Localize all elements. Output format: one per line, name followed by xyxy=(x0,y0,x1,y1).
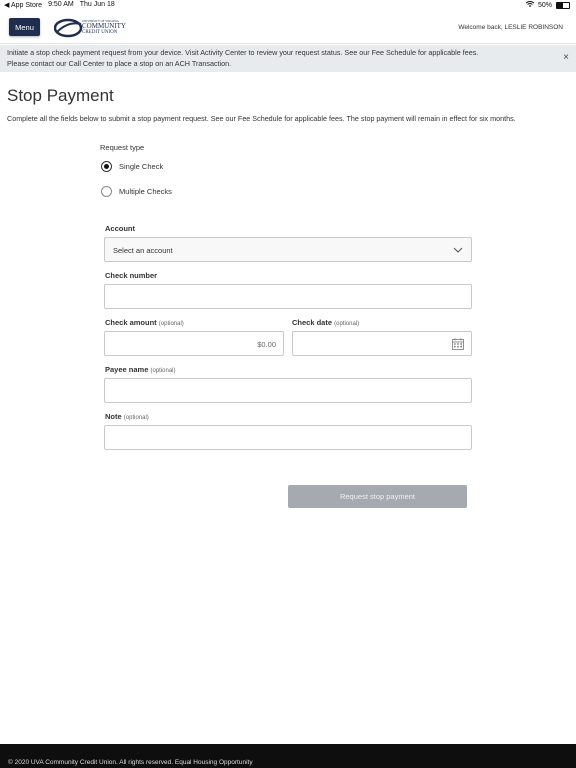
radio-multiple-checks[interactable]: Multiple Checks xyxy=(101,186,172,197)
radio-button-unselected-icon[interactable] xyxy=(101,186,112,197)
app-header: Menu UNIVERSITY OF VIRGINIA COMMUNITY CR… xyxy=(0,12,576,44)
banner-line-2: Please contact our Call Center to place … xyxy=(7,59,232,68)
check-date-label-text: Check date xyxy=(292,318,333,327)
payee-name-input[interactable] xyxy=(104,378,472,403)
check-number-label: Check number xyxy=(105,271,158,280)
check-amount-value: $0.00 xyxy=(257,340,276,349)
radio-multiple-checks-label: Multiple Checks xyxy=(119,187,172,196)
check-amount-label: Check amount (optional) xyxy=(105,318,184,327)
check-amount-input[interactable]: $0.00 xyxy=(104,331,284,356)
check-amount-optional: (optional) xyxy=(158,321,184,327)
payee-name-label: Payee name (optional) xyxy=(105,365,175,374)
note-input[interactable] xyxy=(104,425,472,450)
account-label: Account xyxy=(105,224,135,233)
back-to-app-store-link[interactable]: ◀ App Store xyxy=(4,1,42,9)
note-label: Note (optional) xyxy=(105,412,149,421)
logo-swoosh-icon xyxy=(54,18,83,38)
account-select-value: Select an account xyxy=(113,246,173,255)
page-footer: © 2020 UVA Community Credit Union. All r… xyxy=(0,744,576,768)
check-date-label: Check date (optional) xyxy=(292,318,359,327)
note-label-text: Note xyxy=(105,412,122,421)
banner-line-1: Initiate a stop check payment request fr… xyxy=(7,48,479,57)
check-amount-label-text: Check amount xyxy=(105,318,157,327)
check-number-input[interactable] xyxy=(104,284,472,309)
battery-fill xyxy=(557,2,563,8)
wifi-icon xyxy=(525,1,535,9)
radio-single-check-label: Single Check xyxy=(119,162,164,171)
status-bar-right: 50% xyxy=(525,1,570,9)
status-time: 9:50 AM xyxy=(48,1,74,8)
status-date: Thu Jun 18 xyxy=(79,1,115,8)
logo-text-credit-union: CREDIT UNION xyxy=(82,30,118,35)
battery-percent: 50% xyxy=(537,1,552,9)
welcome-message: Welcome back, LESLIE ROBINSON xyxy=(458,24,563,31)
radio-single-check[interactable]: Single Check xyxy=(101,161,163,172)
credit-union-logo[interactable]: UNIVERSITY OF VIRGINIA COMMUNITY CREDIT … xyxy=(54,17,128,39)
close-icon[interactable]: × xyxy=(563,52,569,63)
request-stop-payment-button[interactable]: Request stop payment xyxy=(288,485,467,508)
payee-name-optional: (optional) xyxy=(150,368,176,374)
request-type-label: Request type xyxy=(100,143,145,152)
chevron-down-icon xyxy=(453,247,463,253)
battery-icon xyxy=(556,1,570,9)
check-date-optional: (optional) xyxy=(334,321,360,327)
status-bar-left: ◀ App Store 9:50 AM Thu Jun 18 xyxy=(4,1,115,9)
account-select[interactable]: Select an account xyxy=(104,237,472,262)
page-title: Stop Payment xyxy=(7,86,114,105)
radio-button-selected-icon[interactable] xyxy=(101,161,112,172)
footer-copyright: © 2020 UVA Community Credit Union. All r… xyxy=(8,759,253,766)
note-optional: (optional) xyxy=(123,415,149,421)
info-banner: Initiate a stop check payment request fr… xyxy=(0,45,576,72)
page-intro: Complete all the fields below to submit … xyxy=(7,114,516,123)
check-date-input[interactable] xyxy=(292,331,472,356)
calendar-icon[interactable] xyxy=(452,338,464,350)
menu-button[interactable]: Menu xyxy=(9,18,40,36)
logo-text-community: COMMUNITY xyxy=(82,22,126,30)
status-bar: ◀ App Store 9:50 AM Thu Jun 18 50% xyxy=(0,0,576,12)
payee-name-label-text: Payee name xyxy=(105,365,149,374)
